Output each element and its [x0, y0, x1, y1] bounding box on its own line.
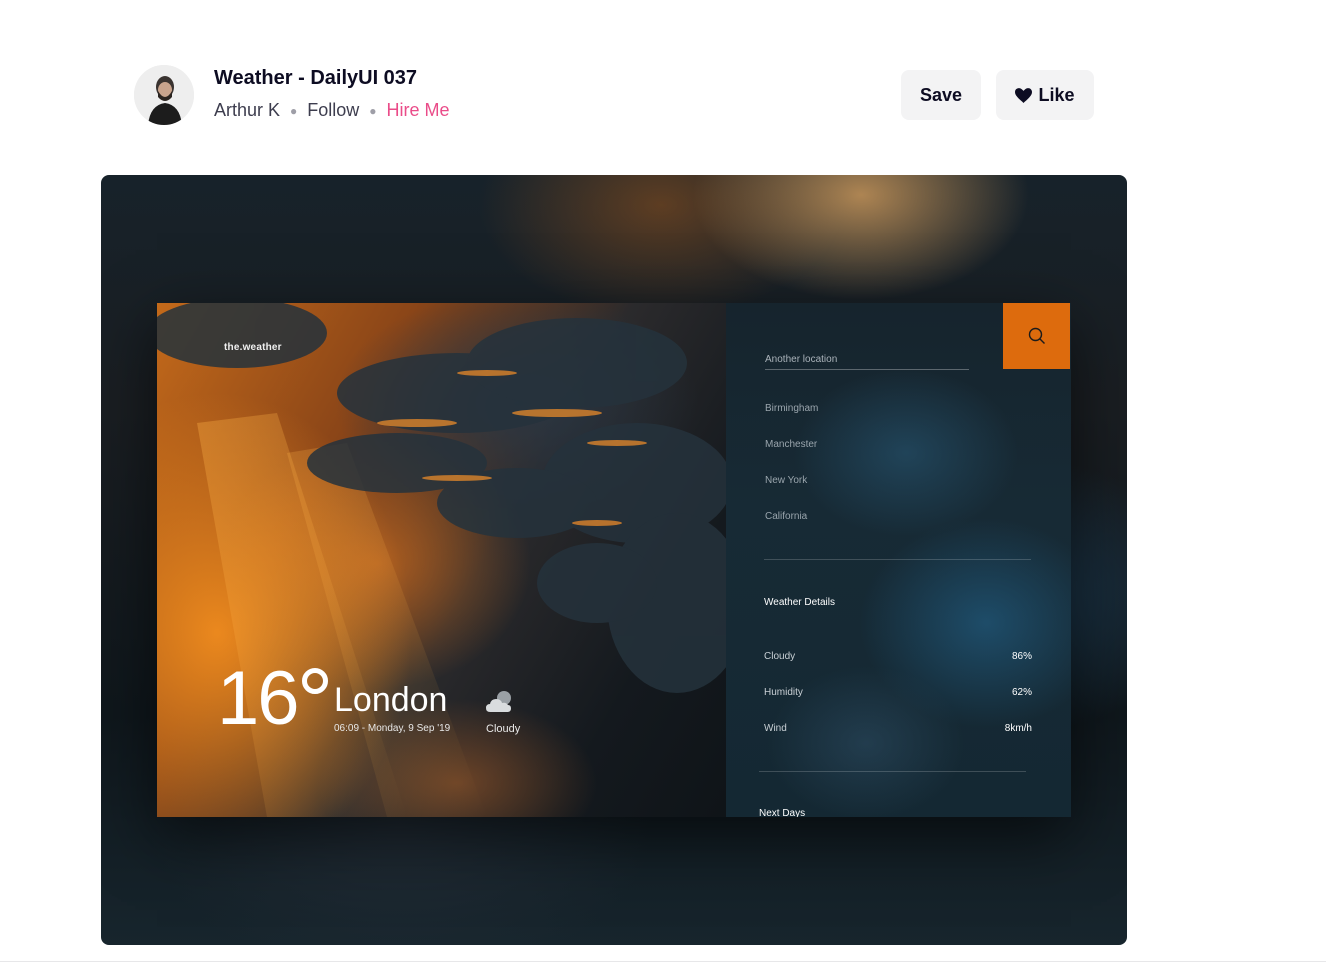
user-avatar-icon — [134, 65, 194, 125]
like-button-label: Like — [1038, 84, 1075, 105]
location-item[interactable]: Manchester — [765, 439, 817, 450]
search-icon — [1028, 327, 1045, 344]
separator-dot: ● — [290, 103, 298, 118]
city-name: London — [334, 681, 448, 719]
hire-me-link[interactable]: Hire Me — [387, 100, 450, 121]
weather-details-title: Weather Details — [764, 597, 835, 608]
shot-title: Weather - DailyUI 037 — [214, 67, 418, 89]
follow-link[interactable]: Follow — [307, 100, 359, 121]
author-avatar[interactable] — [134, 65, 194, 125]
app-brand: the.weather — [224, 342, 282, 353]
location-search-input[interactable] — [765, 349, 969, 370]
location-item[interactable]: Birmingham — [765, 403, 818, 414]
save-button-label: Save — [919, 84, 963, 105]
save-button[interactable]: Save — [901, 70, 981, 120]
author-name-link[interactable]: Arthur K — [214, 100, 280, 121]
weather-side-panel: Birmingham Manchester New York Californi… — [726, 303, 1071, 817]
detail-label: Wind — [764, 723, 787, 734]
like-button[interactable]: Like — [996, 70, 1094, 120]
temperature-value: 16 — [217, 656, 300, 741]
section-divider — [764, 559, 1031, 560]
shot-meta: Arthur K ● Follow ● Hire Me — [214, 100, 450, 121]
search-button[interactable] — [1003, 303, 1070, 369]
separator-dot: ● — [369, 103, 377, 118]
weather-app-mockup: the.weather 16 London 06:09 - Monday, 9 … — [157, 303, 1071, 817]
cloud-icon — [486, 691, 511, 712]
degree-symbol — [302, 668, 328, 694]
heart-icon — [1015, 87, 1033, 103]
detail-label: Cloudy — [764, 651, 796, 662]
condition-label: Cloudy — [486, 723, 521, 735]
location-item[interactable]: California — [765, 511, 807, 522]
section-divider — [759, 771, 1026, 772]
date-time: 06:09 - Monday, 9 Sep '19 — [334, 723, 451, 734]
shot-image[interactable]: the.weather 16 London 06:09 - Monday, 9 … — [101, 175, 1127, 945]
sky-photo: the.weather 16 London 06:09 - Monday, 9 … — [157, 303, 726, 817]
next-days-title: Next Days — [759, 808, 806, 817]
detail-value: 8km/h — [1004, 723, 1032, 734]
detail-value: 62% — [1011, 687, 1032, 698]
location-item[interactable]: New York — [765, 475, 807, 486]
detail-value: 86% — [1011, 651, 1032, 662]
detail-label: Humidity — [764, 687, 803, 698]
